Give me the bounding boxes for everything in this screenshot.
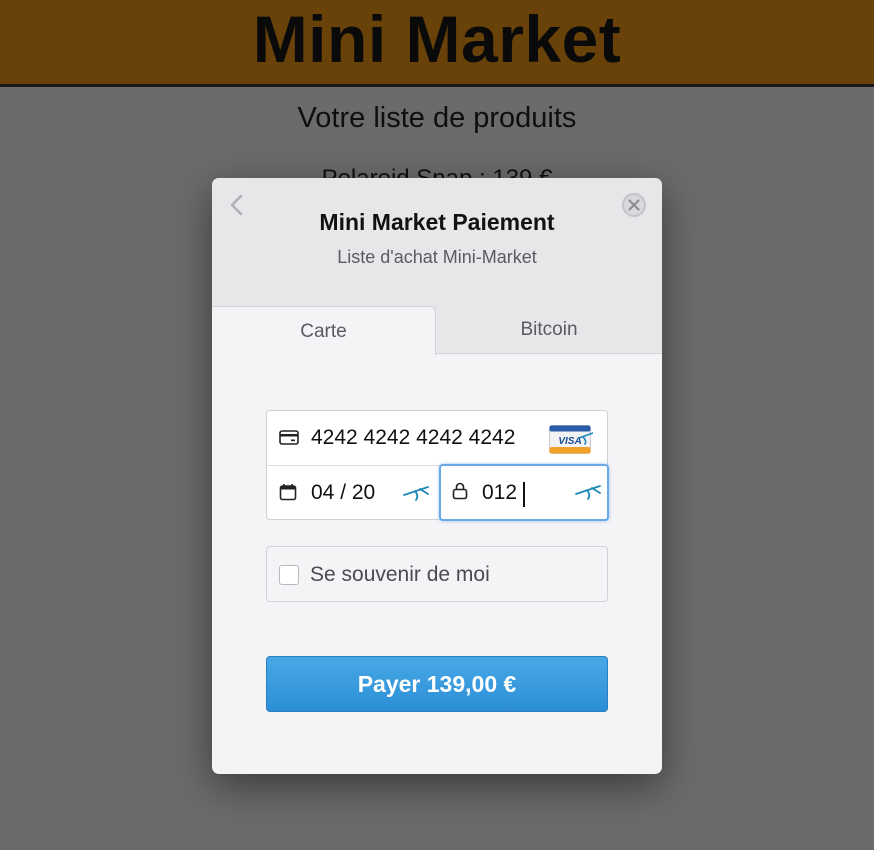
modal-title: Mini Market Paiement: [319, 209, 555, 235]
page-subtitle: Votre liste de produits: [297, 102, 577, 134]
credit-card-icon: [279, 430, 299, 445]
pay-button[interactable]: Payer 139,00 €: [266, 656, 608, 712]
card-details-box: VISA: [266, 410, 609, 521]
cvc-field[interactable]: [439, 464, 609, 521]
remember-me-row[interactable]: Se souvenir de moi: [266, 546, 608, 602]
autofill-bird-icon: [403, 486, 429, 501]
card-number-field[interactable]: VISA: [267, 411, 607, 465]
expiry-field[interactable]: [267, 466, 439, 520]
card-number-input[interactable]: [311, 426, 541, 450]
visa-card-icon: VISA: [549, 425, 593, 454]
autofill-bird-icon: [575, 485, 601, 500]
modal-description: Liste d'achat Mini-Market: [337, 247, 537, 267]
text-cursor: [523, 482, 525, 507]
payment-modal: Mini Market Paiement Liste d'achat Mini-…: [212, 178, 662, 774]
site-title: Mini Market: [252, 2, 622, 76]
remember-me-checkbox[interactable]: [279, 565, 299, 585]
tab-bitcoin[interactable]: Bitcoin: [436, 306, 662, 354]
svg-text:VISA: VISA: [558, 436, 581, 447]
expiry-input[interactable]: [311, 481, 411, 505]
cvc-input[interactable]: [482, 481, 542, 505]
remember-me-label: Se souvenir de moi: [310, 563, 490, 586]
calendar-icon: [279, 484, 297, 501]
site-header: Mini Market: [0, 0, 874, 87]
tab-card[interactable]: Carte: [212, 306, 436, 356]
lock-icon: [452, 482, 468, 500]
